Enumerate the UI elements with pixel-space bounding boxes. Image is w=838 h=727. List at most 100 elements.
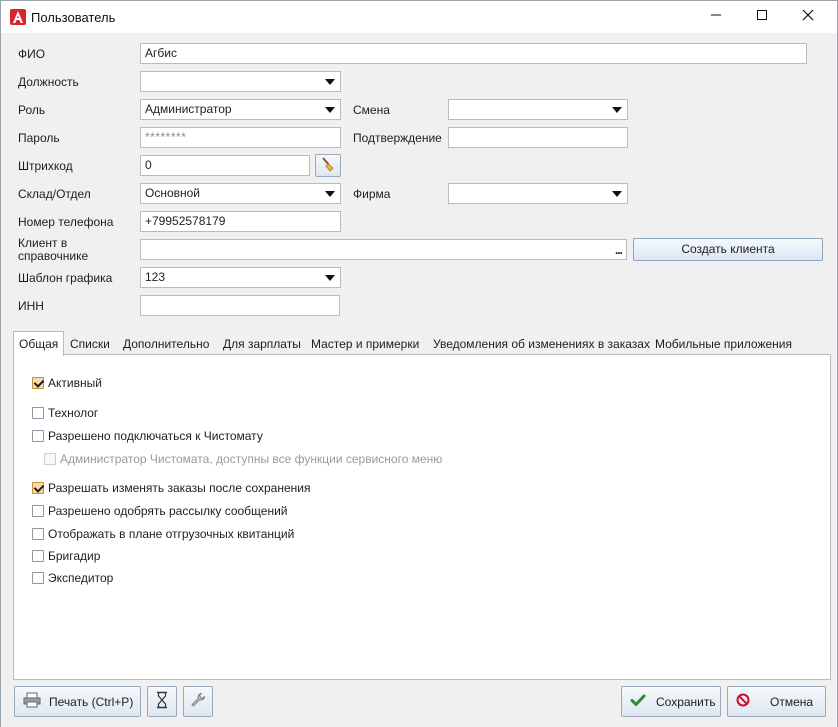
chevron-down-icon (325, 107, 335, 113)
role-label: Роль (18, 103, 46, 117)
checkbox-label: Технолог (48, 406, 99, 420)
checkbox-label: Бригадир (48, 549, 101, 563)
chevron-down-icon (612, 107, 622, 113)
password-label: Пароль (18, 131, 60, 145)
broom-icon (320, 156, 336, 175)
checkbox-edit-orders[interactable]: Разрешать изменять заказы после сохранен… (32, 480, 310, 496)
checkbox-label: Экспедитор (48, 571, 114, 585)
warehouse-label: Склад/Отдел (18, 187, 91, 201)
checkbox-box[interactable] (32, 430, 44, 442)
checkbox-chistomat-admin: Администратор Чистомата, доступны все фу… (44, 451, 442, 467)
cancel-icon (736, 693, 750, 710)
tab-salary[interactable]: Для зарплаты (223, 337, 301, 351)
warehouse-select[interactable]: Основной (140, 183, 341, 204)
confirm-password-field[interactable] (448, 127, 628, 148)
chevron-down-icon (612, 191, 622, 197)
checkbox-label: Разрешать изменять заказы после сохранен… (48, 481, 311, 495)
cancel-button[interactable]: Отмена (727, 686, 826, 717)
client-label-line2: справочнике (18, 249, 89, 263)
checkbox-technologist[interactable]: Технолог (32, 405, 98, 421)
checkbox-label: Отображать в плане отгрузочных квитанций (48, 527, 295, 541)
schedule-label: Шаблон графика (18, 271, 113, 285)
phone-label: Номер телефона (18, 215, 114, 229)
tab-master-fittings[interactable]: Мастер и примерки (311, 337, 419, 351)
tab-general[interactable]: Общая (13, 331, 65, 356)
title-bar: Пользователь (1, 1, 837, 33)
save-button[interactable]: Сохранить (621, 686, 721, 717)
checkbox-label: Администратор Чистомата, доступны все фу… (60, 452, 443, 466)
fio-field[interactable]: Агбис (140, 43, 807, 64)
maximize-button[interactable] (739, 1, 785, 32)
position-label: Должность (18, 75, 79, 89)
checkbox-chistomat-connect[interactable]: Разрешено подключаться к Чистомату (32, 428, 263, 444)
client-lookup-field[interactable]: ... (140, 239, 627, 260)
position-select[interactable] (140, 71, 341, 92)
window-title: Пользователь (31, 10, 116, 25)
user-dialog-window: Пользователь ФИО Агбис Должность Роль Ад… (0, 0, 838, 727)
checkbox-box[interactable] (32, 550, 44, 562)
tab-lists[interactable]: Списки (70, 337, 110, 351)
close-button[interactable] (785, 1, 831, 32)
confirm-label: Подтверждение (353, 131, 442, 145)
checkbox-label: Разрешено одобрять рассылку сообщений (48, 504, 288, 518)
checkbox-label: Активный (48, 376, 102, 390)
ellipsis-button[interactable]: ... (615, 241, 623, 259)
history-button[interactable] (147, 686, 177, 717)
firm-select[interactable] (448, 183, 628, 204)
printer-icon (23, 692, 41, 711)
close-icon (802, 9, 814, 24)
cancel-label: Отмена (770, 694, 814, 709)
role-value: Администратор (145, 102, 232, 116)
warehouse-value: Основной (145, 186, 201, 200)
checkbox-box[interactable] (32, 572, 44, 584)
dialog-content: ФИО Агбис Должность Роль Администратор С… (1, 33, 837, 727)
chevron-down-icon (325, 275, 335, 281)
checkbox-approve-mailing[interactable]: Разрешено одобрять рассылку сообщений (32, 503, 288, 519)
tab-order-notifications[interactable]: Уведомления об изменениях в заказах (433, 337, 650, 351)
phone-field[interactable]: +79952578179 (140, 211, 341, 232)
inn-field[interactable] (140, 295, 340, 316)
tab-panel-general: Активный Технолог Разрешено подключаться… (13, 354, 831, 680)
clear-barcode-button[interactable] (315, 154, 341, 177)
chevron-down-icon (325, 79, 335, 85)
schedule-select[interactable]: 123 (140, 267, 341, 288)
create-client-button[interactable]: Создать клиента (633, 238, 823, 261)
tab-strip: Общая Списки Дополнительно Для зарплаты … (13, 331, 831, 356)
checkbox-box[interactable] (32, 407, 44, 419)
settings-button[interactable] (183, 686, 213, 717)
print-button[interactable]: Печать (Ctrl+P) (14, 686, 141, 717)
chevron-down-icon (325, 191, 335, 197)
check-icon (630, 692, 646, 711)
checkbox-box[interactable] (32, 377, 44, 389)
checkbox-box[interactable] (32, 528, 44, 540)
barcode-field[interactable]: 0 (140, 155, 310, 176)
print-label: Печать (Ctrl+P) (49, 694, 134, 709)
hourglass-icon (155, 691, 169, 712)
client-label-line1: Клиент в (18, 236, 68, 250)
checkbox-label: Разрешено подключаться к Чистомату (48, 429, 263, 443)
tab-additional[interactable]: Дополнительно (123, 337, 209, 351)
maximize-icon (756, 9, 768, 24)
checkbox-foreman[interactable]: Бригадир (32, 548, 100, 564)
fio-label: ФИО (18, 47, 46, 61)
wrench-icon (190, 692, 206, 711)
minimize-icon (710, 9, 722, 24)
checkbox-forwarder[interactable]: Экспедитор (32, 570, 113, 586)
app-logo-icon (10, 9, 26, 25)
schedule-value: 123 (145, 270, 166, 284)
minimize-button[interactable] (693, 1, 739, 32)
checkbox-box[interactable] (32, 505, 44, 517)
checkbox-shipping-plan[interactable]: Отображать в плане отгрузочных квитанций (32, 526, 294, 542)
tab-mobile-apps[interactable]: Мобильные приложения (655, 337, 792, 351)
checkbox-box[interactable] (32, 482, 44, 494)
shift-label: Смена (353, 103, 390, 117)
barcode-label: Штрихкод (18, 159, 73, 173)
shift-select[interactable] (448, 99, 628, 120)
footer-bar: Печать (Ctrl+P) Сохранить Отмена (1, 683, 837, 727)
checkbox-active[interactable]: Активный (32, 375, 102, 391)
save-label: Сохранить (656, 694, 716, 709)
role-select[interactable]: Администратор (140, 99, 341, 120)
password-field[interactable]: ******** (140, 127, 341, 148)
inn-label: ИНН (18, 299, 44, 313)
firm-label: Фирма (353, 187, 391, 201)
